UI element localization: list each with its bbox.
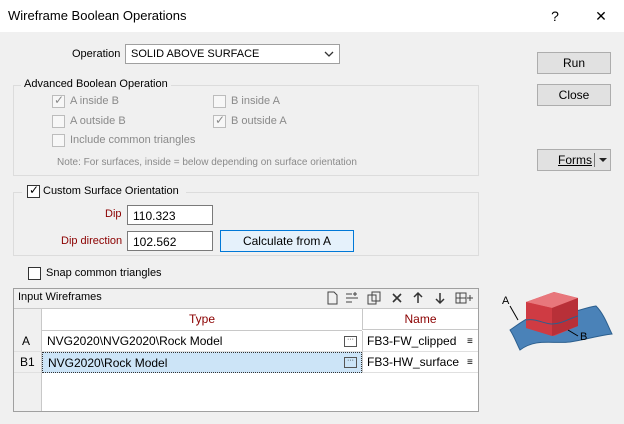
add-column-icon[interactable]	[455, 291, 475, 305]
row-a-type-cell[interactable]: NVG2020\NVG2020\Rock Model ···	[42, 331, 362, 352]
custom-orientation-label: Custom Surface Orientation	[43, 185, 179, 197]
a-inside-b-label: A inside B	[70, 95, 119, 107]
window-title: Wireframe Boolean Operations	[8, 8, 187, 23]
advanced-legend: Advanced Boolean Operation	[21, 78, 171, 90]
forms-button[interactable]: Forms	[537, 149, 611, 171]
calculate-from-a-button[interactable]: Calculate from A	[220, 230, 354, 252]
snap-checkbox[interactable]	[28, 267, 41, 280]
b-inside-a-checkbox[interactable]	[213, 95, 226, 108]
dip-value: 110.323	[133, 209, 176, 223]
new-row-icon[interactable]	[325, 291, 339, 305]
row-header-a[interactable]: A	[14, 331, 42, 352]
insert-row-icon[interactable]	[345, 291, 359, 305]
forms-label: Forms	[558, 153, 592, 167]
operation-select[interactable]: SOLID ABOVE SURFACE	[125, 44, 340, 64]
close-icon[interactable]: ✕	[583, 4, 619, 28]
row-a-name: FB3-FW_clipped	[367, 334, 457, 348]
dip-direction-value: 102.562	[133, 235, 177, 249]
close-button[interactable]: Close	[537, 84, 611, 106]
diagram-label-b: B	[580, 331, 588, 343]
row-b1-name: FB3-HW_surface	[367, 355, 460, 369]
type-column-header[interactable]: Type	[42, 309, 362, 331]
dip-input[interactable]: 110.323	[127, 205, 213, 225]
move-down-icon[interactable]	[433, 291, 447, 305]
copy-row-icon[interactable]	[367, 291, 381, 305]
name-column-header[interactable]: Name	[362, 309, 478, 330]
run-button[interactable]: Run	[537, 52, 611, 74]
b-inside-a-label: B inside A	[231, 95, 280, 107]
a-inside-b-checkbox[interactable]: ✓	[52, 94, 65, 108]
dip-direction-label: Dip direction	[61, 235, 123, 247]
input-wireframes-panel: Input Wireframes Type Name A NVG2020\NVG…	[13, 288, 479, 412]
snap-label: Snap common triangles	[46, 267, 162, 279]
a-outside-b-checkbox[interactable]	[52, 115, 65, 128]
row-b1-type-cell[interactable]: NVG2020\Rock Model ···	[42, 352, 362, 373]
custom-orientation-checkbox[interactable]: ✓	[27, 184, 40, 198]
move-up-icon[interactable]	[411, 291, 425, 305]
list-icon[interactable]: ≡	[467, 331, 473, 352]
dropdown-arrow-icon[interactable]	[598, 155, 608, 165]
row-header-b1[interactable]: B1	[14, 352, 42, 373]
chevron-down-icon	[324, 51, 334, 57]
a-outside-b-label: A outside B	[70, 115, 126, 127]
dip-label: Dip	[105, 208, 122, 220]
boolean-illustration	[509, 292, 613, 351]
diagram-label-a: A	[502, 295, 510, 307]
row-a-name-cell[interactable]: FB3-FW_clipped ≡	[362, 331, 478, 352]
delete-row-icon[interactable]	[390, 291, 404, 305]
b-outside-a-label: B outside A	[231, 115, 287, 127]
include-common-checkbox[interactable]	[52, 134, 65, 147]
surface-note: Note: For surfaces, inside = below depen…	[57, 157, 357, 168]
row-a-type: NVG2020\NVG2020\Rock Model	[47, 334, 223, 348]
row-b1-name-cell[interactable]: FB3-HW_surface ≡	[362, 352, 478, 373]
browse-icon[interactable]: ···	[344, 357, 357, 368]
help-button[interactable]: ?	[537, 4, 573, 28]
dip-direction-input[interactable]: 102.562	[127, 231, 213, 251]
include-common-label: Include common triangles	[70, 134, 196, 146]
operation-label: Operation	[72, 48, 121, 60]
panel-title: Input Wireframes	[18, 291, 102, 303]
row-b1-type: NVG2020\Rock Model	[48, 356, 168, 370]
divider	[594, 153, 595, 167]
list-icon[interactable]: ≡	[467, 352, 473, 373]
operation-value: SOLID ABOVE SURFACE	[131, 48, 260, 60]
b-outside-a-checkbox[interactable]: ✓	[213, 114, 226, 128]
browse-icon[interactable]: ···	[344, 336, 357, 347]
